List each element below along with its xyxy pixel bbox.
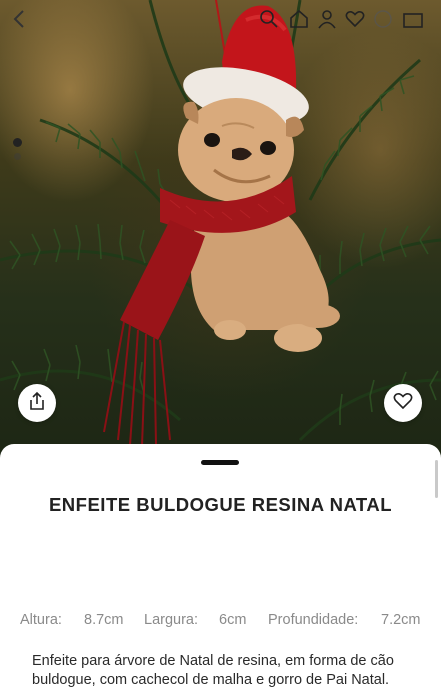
- user-icon[interactable]: [316, 8, 338, 30]
- height-label: Altura:: [20, 612, 62, 628]
- bag-icon[interactable]: [402, 8, 424, 30]
- top-navigation-bar: [0, 0, 441, 40]
- product-details-sheet[interactable]: ENFEITE BULDOGUE RESINA NATAL Altura: 8.…: [0, 444, 441, 700]
- share-button[interactable]: [18, 384, 56, 422]
- carousel-dot-active[interactable]: [13, 138, 22, 147]
- scrollbar[interactable]: [435, 460, 438, 498]
- sheet-drag-handle[interactable]: [201, 460, 239, 465]
- depth-label: Profundidade:: [268, 612, 359, 628]
- share-icon: [28, 391, 46, 416]
- height-value: 8.7cm: [84, 612, 124, 628]
- product-dimensions: Altura: 8.7cm Largura: 6cm Profundidade:…: [0, 612, 441, 634]
- carousel-indicator: [13, 138, 22, 166]
- home-icon[interactable]: [288, 8, 310, 30]
- product-description: Enfeite para árvore de Natal de resina, …: [32, 653, 394, 688]
- product-title: ENFEITE BULDOGUE RESINA NATAL: [48, 494, 393, 515]
- help-icon[interactable]: [372, 8, 394, 30]
- width-label: Largura:: [144, 612, 199, 628]
- search-icon[interactable]: [258, 8, 280, 30]
- back-icon[interactable]: [8, 8, 30, 30]
- depth-value: 7.2cm: [381, 612, 421, 628]
- favorite-button[interactable]: [384, 384, 422, 422]
- product-image[interactable]: [0, 0, 441, 462]
- heart-icon[interactable]: [344, 8, 366, 30]
- carousel-dot[interactable]: [14, 153, 21, 160]
- heart-icon: [393, 392, 413, 415]
- width-value: 6cm: [219, 612, 247, 628]
- bulldog-ornament-illustration: [0, 0, 441, 447]
